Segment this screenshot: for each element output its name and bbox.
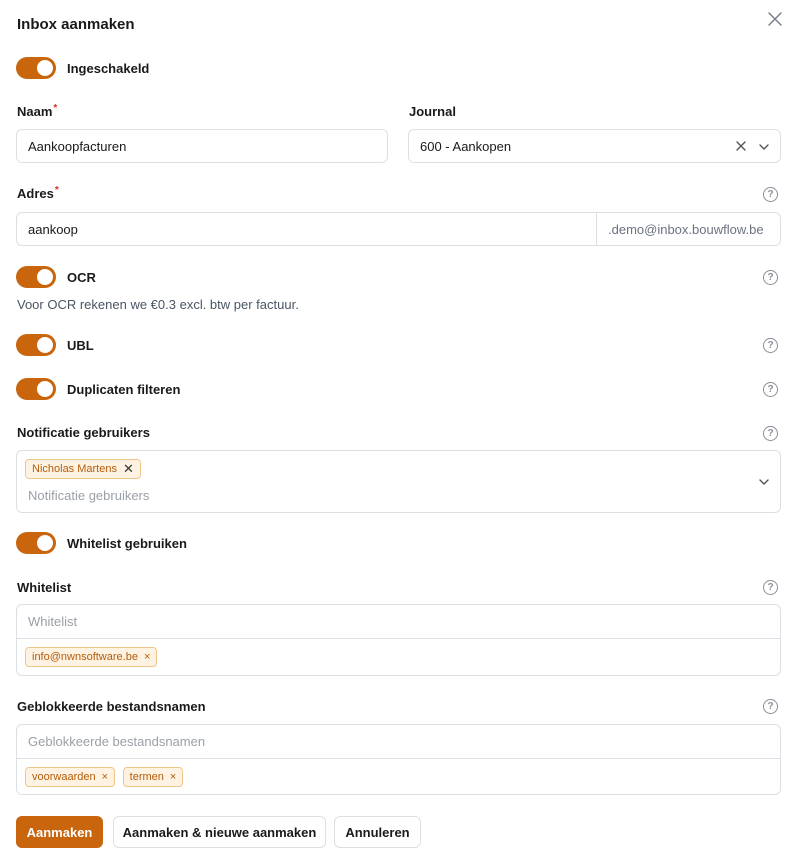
create-button[interactable]: Aanmaken: [16, 816, 103, 848]
enabled-label: Ingeschakeld: [67, 61, 150, 76]
blocked-label: Geblokkeerde bestandsnamen: [17, 699, 206, 714]
chevron-down-icon[interactable]: [758, 476, 770, 488]
adres-domain-suffix: .demo@inbox.bouwflow.be: [596, 213, 780, 245]
help-icon[interactable]: ?: [763, 699, 778, 714]
chevron-down-icon[interactable]: [758, 141, 770, 153]
blocked-input[interactable]: Geblokkeerde bestandsnamen: [17, 725, 780, 759]
ocr-description: Voor OCR rekenen we €0.3 excl. btw per f…: [17, 297, 299, 312]
notification-tag: Nicholas Martens ✕: [25, 459, 141, 479]
remove-tag-icon[interactable]: ×: [102, 771, 108, 783]
help-icon[interactable]: ?: [763, 187, 778, 202]
blocked-tags: voorwaarden × termen ×: [17, 759, 780, 787]
journal-select[interactable]: 600 - Aankopen: [408, 129, 781, 163]
ocr-toggle[interactable]: [16, 266, 56, 288]
remove-tag-icon[interactable]: ×: [170, 771, 176, 783]
close-icon[interactable]: [766, 10, 784, 28]
duplicates-row: Duplicaten filteren ?: [16, 378, 781, 400]
adres-value: aankoop: [28, 221, 78, 237]
adres-input[interactable]: aankoop .demo@inbox.bouwflow.be: [16, 212, 781, 246]
blocked-tag: termen ×: [122, 767, 184, 787]
blocked-tag: voorwaarden ×: [25, 767, 116, 787]
naam-value: Aankoopfacturen: [28, 138, 127, 154]
whitelist-toggle-label: Whitelist gebruiken: [67, 536, 187, 551]
ubl-label: UBL: [67, 338, 94, 353]
remove-tag-icon[interactable]: ×: [144, 651, 150, 663]
whitelist-tags: info@nwnsoftware.be ×: [17, 639, 780, 667]
whitelist-tag: info@nwnsoftware.be ×: [25, 647, 158, 667]
naam-label: Naam*: [17, 103, 58, 119]
help-icon[interactable]: ?: [763, 338, 778, 353]
whitelist-toggle[interactable]: [16, 532, 56, 554]
help-icon[interactable]: ?: [763, 270, 778, 285]
whitelist-input[interactable]: Whitelist: [17, 605, 780, 639]
blocked-field: Geblokkeerde bestandsnamen voorwaarden ×…: [16, 724, 781, 795]
remove-tag-icon[interactable]: ✕: [123, 461, 134, 477]
notifications-label: Notificatie gebruikers: [17, 425, 150, 440]
ocr-row: OCR ?: [16, 266, 781, 288]
ocr-label: OCR: [67, 270, 96, 285]
help-icon[interactable]: ?: [763, 580, 778, 595]
enabled-row: Ingeschakeld: [16, 57, 781, 79]
ubl-row: UBL ?: [16, 334, 781, 356]
whitelist-field: Whitelist info@nwnsoftware.be ×: [16, 604, 781, 676]
duplicates-toggle[interactable]: [16, 378, 56, 400]
help-icon[interactable]: ?: [763, 382, 778, 397]
notifications-placeholder: Notificatie gebruikers: [28, 488, 150, 503]
journal-label: Journal: [409, 104, 456, 119]
adres-label: Adres*: [17, 185, 59, 201]
ubl-toggle[interactable]: [16, 334, 56, 356]
help-icon[interactable]: ?: [763, 426, 778, 441]
clear-icon[interactable]: [735, 140, 747, 152]
journal-value: 600 - Aankopen: [420, 138, 512, 154]
whitelist-toggle-row: Whitelist gebruiken: [16, 532, 781, 554]
whitelist-label: Whitelist: [17, 580, 72, 595]
naam-input[interactable]: Aankoopfacturen: [16, 129, 388, 163]
notifications-select[interactable]: Nicholas Martens ✕ Notificatie gebruiker…: [16, 450, 781, 513]
cancel-button[interactable]: Annuleren: [334, 816, 421, 848]
create-and-new-button[interactable]: Aanmaken & nieuwe aanmaken: [113, 816, 326, 848]
duplicates-label: Duplicaten filteren: [67, 382, 181, 397]
dialog-title: Inbox aanmaken: [17, 16, 135, 33]
enabled-toggle[interactable]: [16, 57, 56, 79]
